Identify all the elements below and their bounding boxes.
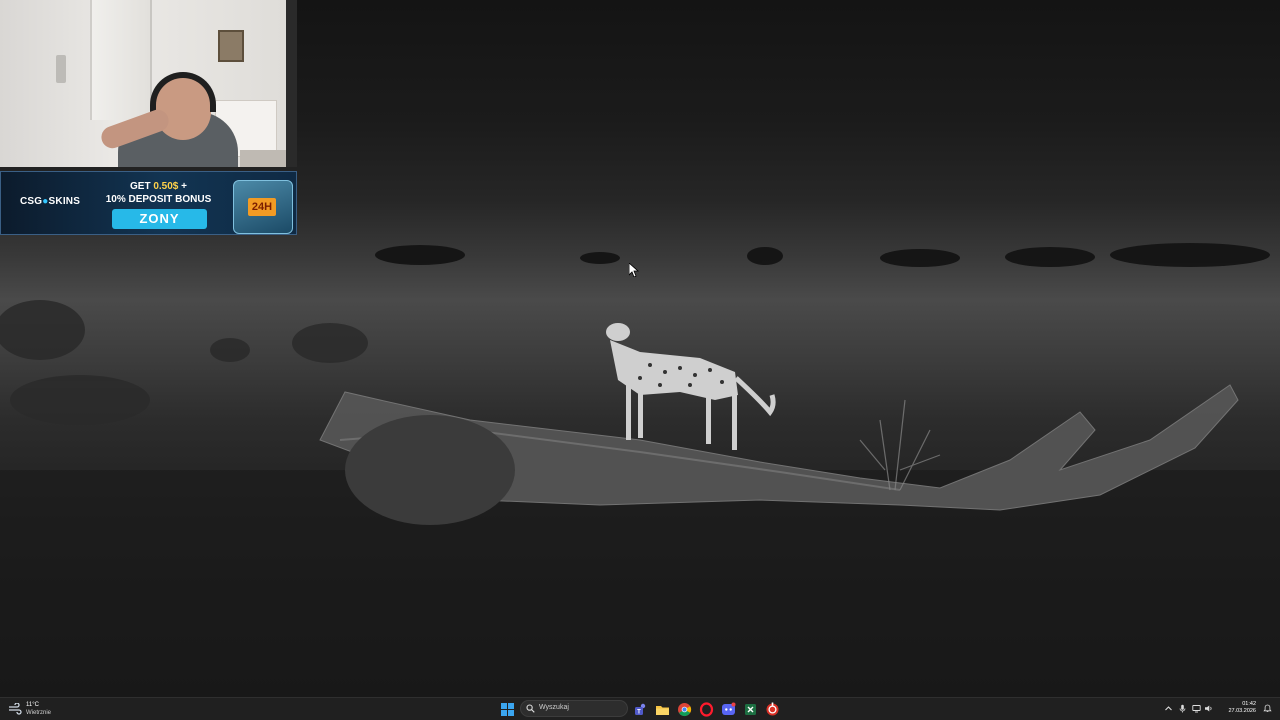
red-app-icon bbox=[766, 702, 779, 716]
headset-icon bbox=[150, 72, 216, 112]
promo-amount: 0.50$ bbox=[153, 181, 179, 192]
webcam-edge bbox=[286, 0, 297, 167]
sponsor-logo-suffix: SKINS bbox=[48, 196, 81, 207]
taskbar-chrome[interactable] bbox=[676, 701, 693, 718]
opera-icon bbox=[699, 702, 714, 717]
promo-line-1: GET 0.50$ + bbox=[101, 180, 216, 193]
clock-time: 01:42 bbox=[1242, 701, 1256, 707]
promo-code: ZONY bbox=[112, 209, 207, 229]
mouse-cursor-icon bbox=[629, 263, 639, 277]
chevron-up-icon[interactable] bbox=[1164, 704, 1173, 713]
promo-line-1-suffix: + bbox=[178, 181, 187, 192]
clock-date: 27.03.2026 bbox=[1228, 708, 1256, 714]
webcam-wall-picture bbox=[218, 30, 244, 62]
network-icon[interactable] bbox=[1192, 704, 1201, 713]
search-icon bbox=[526, 704, 535, 713]
notification-bell-icon[interactable] bbox=[1263, 704, 1272, 713]
webcam-overlay bbox=[0, 0, 297, 167]
taskbar-clock[interactable]: 01:42 27.03.2026 bbox=[1220, 701, 1256, 715]
taskbar-discord[interactable] bbox=[720, 701, 737, 718]
taskbar-cs-app[interactable] bbox=[764, 701, 781, 718]
start-button[interactable] bbox=[499, 701, 516, 718]
teams-icon: T bbox=[635, 703, 646, 715]
sponsor-banner: CSG●SKINS GET 0.50$ + 10% DEPOSIT BONUS … bbox=[0, 171, 297, 235]
taskbar-teams[interactable]: T bbox=[632, 701, 649, 718]
weather-wind-icon bbox=[9, 703, 22, 715]
search-placeholder: Wyszukaj bbox=[539, 704, 569, 711]
volume-icon[interactable] bbox=[1204, 704, 1213, 713]
weather-temperature: 11°C bbox=[26, 702, 39, 708]
weather-condition: Wietrznie bbox=[26, 710, 52, 716]
taskbar-excel[interactable] bbox=[742, 701, 759, 718]
promo-text: GET 0.50$ + 10% DEPOSIT BONUS bbox=[101, 180, 216, 206]
svg-text:T: T bbox=[637, 709, 641, 715]
excel-icon bbox=[745, 704, 756, 715]
webcam-thermostat bbox=[56, 55, 66, 83]
sponsor-logo: CSG●SKINS bbox=[20, 196, 80, 207]
promo-line-2: 10% DEPOSIT BONUS bbox=[105, 194, 212, 205]
chrome-icon bbox=[678, 703, 692, 717]
crate-icon: 24H bbox=[233, 180, 293, 234]
taskbar: 11°C Wietrznie Wyszukaj T 01:42 27.03.20… bbox=[0, 697, 1280, 720]
crate-badge: 24H bbox=[248, 198, 276, 216]
microphone-icon[interactable] bbox=[1178, 704, 1187, 713]
taskbar-file-explorer[interactable] bbox=[654, 701, 671, 718]
webcam-door bbox=[90, 0, 152, 120]
discord-icon bbox=[722, 702, 736, 715]
windows-logo-icon bbox=[501, 703, 514, 716]
taskbar-search[interactable]: Wyszukaj bbox=[520, 700, 628, 717]
sponsor-logo-prefix: CSG bbox=[20, 196, 43, 207]
taskbar-opera[interactable] bbox=[698, 701, 715, 718]
promo-line-1-prefix: GET bbox=[130, 181, 154, 192]
folder-icon bbox=[656, 706, 669, 715]
system-tray: 01:42 27.03.2026 bbox=[1164, 700, 1274, 718]
